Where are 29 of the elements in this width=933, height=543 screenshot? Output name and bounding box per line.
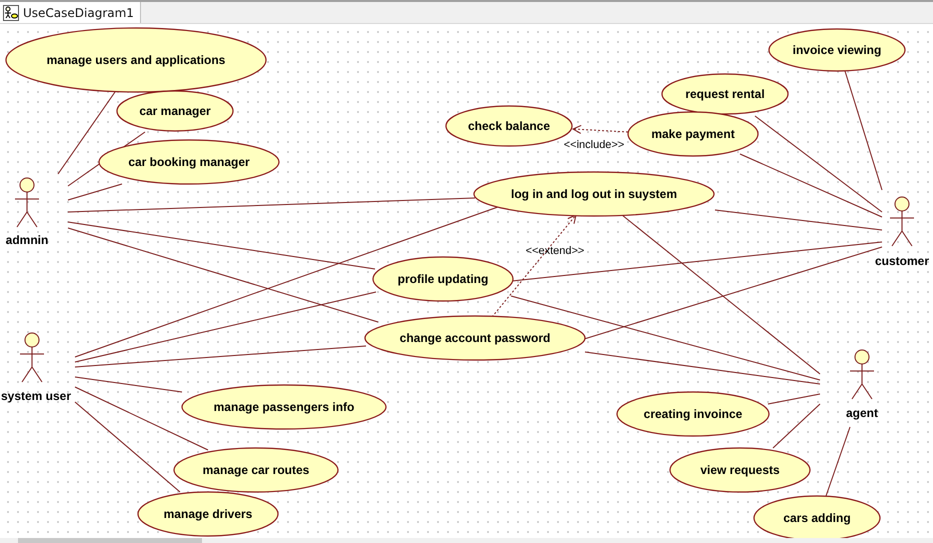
use-case[interactable]: manage drivers xyxy=(137,491,279,537)
use-case[interactable]: cars adding xyxy=(753,495,881,538)
stereotype-label: <<extend>> xyxy=(526,245,584,257)
use-case[interactable]: log in and log out in suystem xyxy=(473,171,715,217)
use-case[interactable]: car booking manager xyxy=(98,139,280,185)
dependency-arrow xyxy=(572,124,628,134)
use-case[interactable]: change account password xyxy=(364,315,586,361)
actor-label: admnin xyxy=(6,233,48,247)
use-case[interactable]: request rental xyxy=(661,73,789,115)
actor-label: system user xyxy=(0,389,72,403)
diagram-tab[interactable]: UseCaseDiagram1 xyxy=(0,2,141,23)
use-case[interactable]: car manager xyxy=(116,90,234,132)
use-case[interactable]: creating invoince xyxy=(616,391,770,437)
use-case[interactable]: manage passengers info xyxy=(181,384,387,430)
use-case[interactable]: manage car routes xyxy=(173,447,339,493)
actor-figure[interactable] xyxy=(890,196,914,246)
actor-label: agent xyxy=(846,406,878,420)
scrollbar-thumb[interactable] xyxy=(18,538,202,543)
actor-figure[interactable] xyxy=(850,350,874,400)
use-case[interactable]: invoice viewing xyxy=(768,28,906,72)
diagram-icon xyxy=(3,4,19,20)
actor-figure[interactable] xyxy=(14,178,40,228)
use-case[interactable]: view requests xyxy=(669,447,811,493)
actor-label: customer xyxy=(874,254,930,268)
use-case[interactable]: manage users and applications xyxy=(5,27,267,93)
use-case[interactable]: make payment xyxy=(627,111,759,157)
actor-figure[interactable] xyxy=(20,332,44,382)
association-line xyxy=(826,426,850,496)
use-case[interactable]: profile updating xyxy=(372,256,514,302)
